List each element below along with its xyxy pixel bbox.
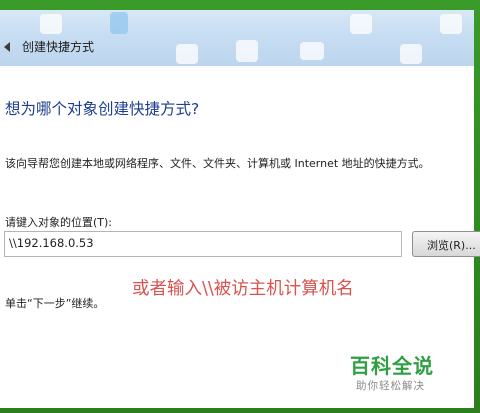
background-blur — [110, 12, 128, 34]
browse-button[interactable]: 浏览(R)... — [412, 231, 480, 257]
background-blur — [300, 42, 324, 60]
background-blur — [440, 14, 462, 34]
location-label: 请键入对象的位置(T): — [5, 216, 113, 229]
page-heading: 想为哪个对象创建快捷方式? — [5, 100, 200, 118]
background-blur — [176, 44, 198, 64]
background-blur — [236, 40, 258, 62]
next-hint: 单击“下一步”继续。 — [5, 297, 105, 310]
watermark-subtitle: 助你轻松解决 — [356, 380, 425, 392]
background-blur — [40, 14, 62, 34]
back-arrow-icon[interactable] — [4, 42, 10, 52]
location-input[interactable]: \\192.168.0.53 — [4, 231, 402, 257]
window-title: 创建快捷方式 — [22, 40, 95, 54]
background-blur — [350, 14, 372, 34]
title-bar: 创建快捷方式 — [0, 10, 474, 66]
watermark-title: 百科全说 — [350, 354, 434, 378]
background-blur — [400, 44, 422, 64]
wizard-description: 该向导帮您创建本地或网络程序、文件、文件夹、计算机或 Internet 地址的快… — [5, 157, 430, 170]
red-annotation: 或者输入\\被访主机计算机名 — [132, 279, 354, 299]
wizard-window: 创建快捷方式 想为哪个对象创建快捷方式? 该向导帮您创建本地或网络程序、文件、文… — [0, 10, 480, 408]
